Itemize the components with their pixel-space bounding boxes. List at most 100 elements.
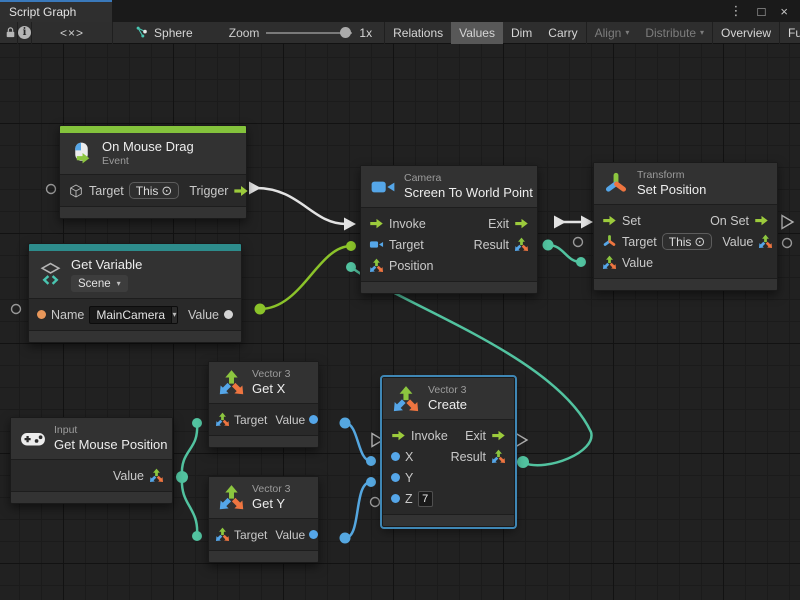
node-footer — [209, 436, 318, 447]
port-label-x: X — [405, 450, 413, 464]
camera-port-icon — [369, 237, 384, 252]
target-icon: ⊙ — [161, 183, 172, 199]
vector3-port-icon — [215, 412, 230, 427]
node-category: Vector 3 — [252, 368, 291, 381]
port-label-z: Z — [405, 492, 413, 506]
port-label-target: Target — [89, 184, 124, 198]
port-label-value-out: Value — [722, 235, 753, 249]
align-dropdown[interactable]: Align ▾ — [587, 22, 638, 44]
dim-button[interactable]: Dim — [503, 22, 540, 44]
node-get-y[interactable]: Vector 3 Get Y Target Value — [208, 476, 319, 563]
this-chip[interactable]: This ⊙ — [129, 182, 180, 199]
carry-button[interactable]: Carry — [540, 22, 585, 44]
menu-kebab-icon[interactable]: ⋮ — [730, 3, 743, 19]
variable-name-field[interactable]: MainCamera ▾ — [89, 306, 178, 324]
graph-toolbar: i <×> Sphere Zoom 1x Relations Values Di… — [0, 22, 800, 44]
node-get-mouse-position[interactable]: Input Get Mouse Position Value — [10, 417, 173, 504]
port-label-value-in: Value — [622, 256, 653, 270]
maximize-icon[interactable]: □ — [758, 4, 766, 19]
relations-button[interactable]: Relations — [385, 22, 451, 44]
node-vector3-create[interactable]: Vector 3 Create Invoke Exit X Result — [382, 377, 515, 527]
node-get-x[interactable]: Vector 3 Get X Target Value — [208, 361, 319, 448]
info-button[interactable]: i — [18, 22, 31, 44]
transform-icon — [603, 171, 629, 197]
port-label-value: Value — [188, 308, 219, 322]
camera-icon — [370, 174, 396, 200]
port-label-exit: Exit — [488, 217, 509, 231]
node-category: Camera — [404, 172, 533, 185]
node-footer — [29, 331, 241, 342]
port-label-trigger: Trigger — [189, 184, 228, 198]
zoom-label: Zoom — [229, 26, 260, 40]
window-controls: ⋮ □ × — [718, 0, 800, 22]
port-label-value: Value — [275, 528, 305, 542]
node-screen-to-world-point[interactable]: Camera Screen To World Point Invoke Exit… — [360, 165, 538, 294]
port-label-exit: Exit — [465, 429, 486, 443]
float-port-dot[interactable] — [309, 415, 318, 424]
vector3-icon — [218, 369, 245, 396]
fullscreen-button[interactable]: Full Screen — [780, 22, 800, 44]
close-icon[interactable]: × — [780, 4, 788, 19]
port-label-name: Name — [51, 308, 84, 322]
variable-accent-bar — [29, 244, 241, 251]
node-set-position[interactable]: Transform Set Position Set On Set Target… — [593, 162, 778, 291]
graph-breadcrumb[interactable]: Sphere — [127, 22, 201, 44]
this-chip[interactable]: This ⊙ — [662, 233, 713, 250]
float-port-dot[interactable] — [391, 452, 400, 461]
variable-icon — [38, 262, 63, 287]
port-label-target: Target — [234, 528, 267, 542]
node-title: Get Mouse Position — [54, 437, 167, 453]
port-label-value: Value — [113, 469, 144, 483]
node-category: Event — [102, 155, 194, 168]
flow-arrow-icon — [602, 213, 617, 228]
node-category: Vector 3 — [428, 384, 467, 397]
vector3-port-icon — [758, 234, 773, 249]
port-label-result: Result — [474, 238, 509, 252]
float-port-dot[interactable] — [391, 473, 400, 482]
node-title: Get Variable — [71, 257, 142, 273]
node-get-variable[interactable]: Get Variable Scene ▾ Name MainCamera ▾ V… — [28, 243, 242, 343]
chevron-down-icon: ▾ — [117, 279, 121, 288]
overview-button[interactable]: Overview — [713, 22, 779, 44]
node-category: Input — [54, 424, 167, 437]
values-button[interactable]: Values — [451, 22, 503, 44]
vector3-port-icon — [602, 255, 617, 270]
vector3-port-icon — [149, 468, 164, 483]
object-port-dot[interactable] — [224, 310, 233, 319]
float-port-dot[interactable] — [391, 494, 400, 503]
flow-arrow-icon — [233, 183, 249, 199]
z-value-field[interactable]: 7 — [418, 491, 433, 507]
node-footer — [361, 282, 537, 293]
gameobject-cube-icon — [68, 183, 84, 199]
zoom-slider-knob[interactable] — [340, 27, 351, 38]
node-title: Create — [428, 397, 467, 413]
port-label-result: Result — [451, 450, 486, 464]
embed-code-button[interactable]: <×> — [46, 26, 98, 40]
string-port-dot[interactable] — [37, 310, 46, 319]
node-footer — [594, 279, 777, 290]
port-label-position: Position — [389, 259, 433, 273]
node-title: Get X — [252, 381, 291, 397]
tab-bar: Script Graph ⋮ □ × — [0, 0, 800, 22]
script-graph-window: Script Graph ⋮ □ × i <×> Sphere Zoom — [0, 0, 800, 600]
scope-dropdown[interactable]: Scene ▾ — [71, 275, 128, 292]
zoom-slider[interactable] — [266, 32, 352, 34]
flow-arrow-icon — [369, 216, 384, 231]
node-category: Vector 3 — [252, 483, 291, 496]
distribute-dropdown[interactable]: Distribute ▾ — [637, 22, 712, 44]
port-label-invoke: Invoke — [411, 429, 448, 443]
lock-button[interactable] — [4, 22, 17, 44]
node-on-mouse-drag[interactable]: On Mouse Drag Event Target This ⊙ Trigge… — [59, 125, 247, 219]
zoom-value: 1x — [359, 26, 372, 40]
float-port-dot[interactable] — [309, 530, 318, 539]
flow-arrow-icon — [514, 216, 529, 231]
node-title: Screen To World Point — [404, 185, 533, 201]
tab-script-graph[interactable]: Script Graph — [0, 0, 112, 22]
chevron-down-icon[interactable]: ▾ — [171, 307, 177, 323]
chevron-down-icon: ▾ — [700, 28, 704, 37]
flow-arrow-icon — [754, 213, 769, 228]
vector3-port-icon — [514, 237, 529, 252]
vector3-port-icon — [491, 449, 506, 464]
flow-arrow-icon — [491, 428, 506, 443]
graph-icon — [135, 25, 150, 40]
